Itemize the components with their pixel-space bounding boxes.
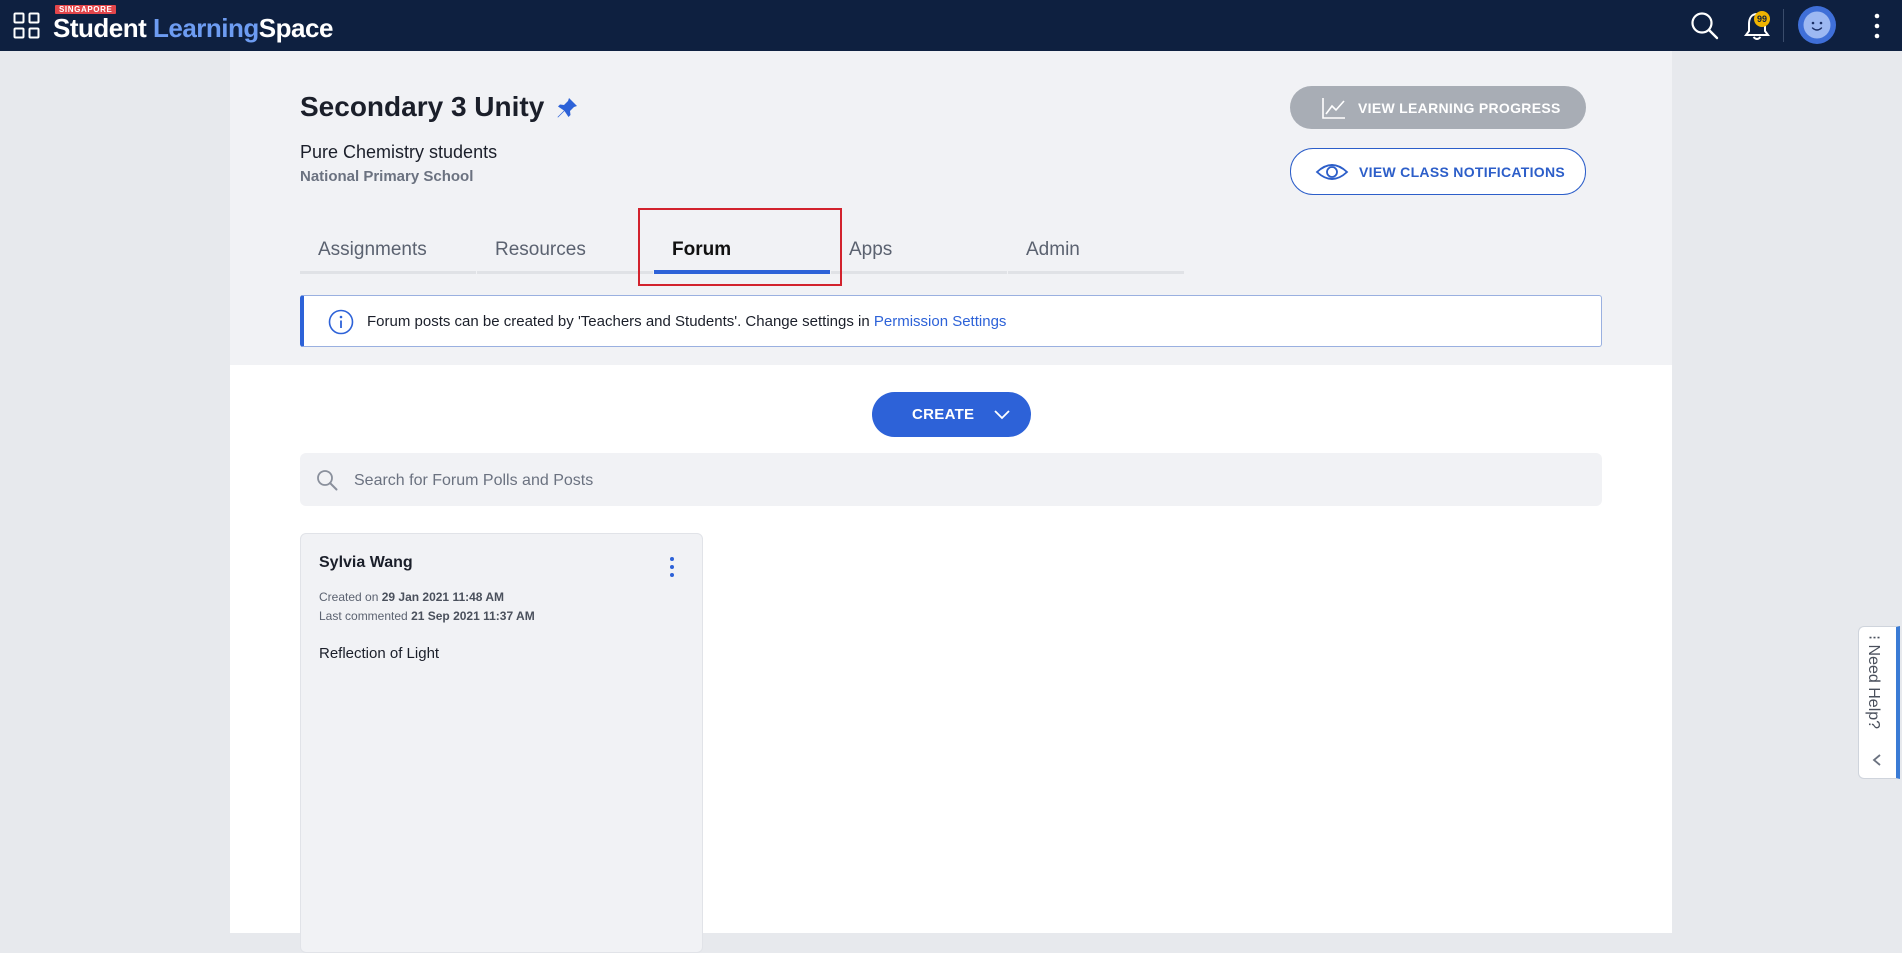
tab-forum[interactable]: Forum	[654, 216, 830, 274]
eye-icon	[1315, 163, 1349, 180]
post-created-label: Created on	[319, 590, 379, 604]
info-message: Forum posts can be created by 'Teachers …	[367, 313, 874, 330]
need-help-text: Need Help?	[1865, 644, 1882, 730]
search-input[interactable]	[352, 453, 1586, 508]
post-last-commented: Last commented 21 Sep 2021 11:37 AM	[319, 609, 535, 623]
need-help-label: ⁝ Need Help?	[1864, 635, 1884, 729]
post-created: Created on 29 Jan 2021 11:48 AM	[319, 590, 504, 604]
global-search-icon[interactable]	[1690, 11, 1719, 40]
pin-icon[interactable]	[555, 96, 579, 120]
post-title: Reflection of Light	[319, 645, 440, 662]
avatar[interactable]	[1797, 5, 1837, 45]
chevron-left-icon	[1872, 754, 1881, 766]
notification-badge: 99	[1754, 11, 1770, 27]
kebab-menu-icon[interactable]	[1869, 11, 1885, 41]
search-icon	[317, 470, 338, 491]
class-subtitle: Pure Chemistry students	[300, 142, 498, 162]
view-class-notifications-label: VIEW CLASS NOTIFICATIONS	[1359, 163, 1566, 180]
topbar-divider	[1783, 9, 1784, 42]
main-content: Secondary 3 Unity Pure Chemistry student…	[230, 51, 1672, 953]
tab-label: Resources	[495, 239, 586, 260]
logo-word-learning: Learning	[153, 13, 259, 43]
logo-word-space: Space	[258, 13, 334, 43]
post-author: Sylvia Wang	[319, 554, 413, 571]
tab-admin[interactable]: Admin	[1008, 216, 1184, 274]
tab-apps[interactable]: Apps	[831, 216, 1007, 274]
chevron-down-icon[interactable]	[993, 407, 1011, 421]
school-name: National Primary School	[300, 168, 474, 185]
tab-label: Assignments	[318, 239, 427, 260]
class-header: Secondary 3 Unity Pure Chemistry student…	[230, 51, 1672, 365]
tab-label: Forum	[672, 239, 732, 260]
post-commented-label: Last commented	[319, 609, 408, 623]
class-tabs: Assignments Resources Forum Apps Admin	[300, 216, 1185, 276]
permission-settings-link[interactable]: Permission Settings	[874, 313, 1007, 330]
logo-text: Student LearningSpace	[53, 14, 333, 42]
tab-assignments[interactable]: Assignments	[300, 216, 476, 274]
tab-label: Apps	[849, 239, 893, 260]
forum-post-card[interactable]: Sylvia Wang Created on 29 Jan 2021 11:48…	[300, 533, 703, 953]
line-chart-icon	[1322, 97, 1345, 119]
drag-handle-icon: ⁝	[1865, 635, 1882, 641]
permission-info-banner: Forum posts can be created by 'Teachers …	[300, 295, 1602, 347]
info-icon	[328, 309, 354, 335]
apps-grid-icon[interactable]	[13, 12, 40, 39]
top-bar: SINGAPORE Student LearningSpace 99	[0, 0, 1902, 51]
forum-search	[300, 453, 1602, 508]
view-learning-progress-button[interactable]: VIEW LEARNING PROGRESS	[1290, 86, 1586, 129]
view-learning-progress-label: VIEW LEARNING PROGRESS	[1358, 99, 1561, 116]
post-commented-date: 21 Sep 2021 11:37 AM	[411, 609, 535, 623]
need-help-tab[interactable]: ⁝ Need Help?	[1858, 626, 1900, 779]
tab-resources[interactable]: Resources	[477, 216, 653, 274]
avatar-face-icon	[1798, 6, 1836, 44]
post-more-options-icon[interactable]	[667, 556, 677, 578]
tab-label: Admin	[1026, 239, 1080, 260]
page-title: Secondary 3 Unity	[300, 91, 545, 122]
view-class-notifications-button[interactable]: VIEW CLASS NOTIFICATIONS	[1290, 148, 1586, 195]
create-button-label: CREATE	[912, 406, 975, 423]
info-text: Forum posts can be created by 'Teachers …	[367, 313, 1006, 330]
logo-word-student: Student	[53, 13, 147, 43]
post-created-date: 29 Jan 2021 11:48 AM	[381, 590, 505, 604]
create-button[interactable]: CREATE	[872, 392, 1031, 437]
